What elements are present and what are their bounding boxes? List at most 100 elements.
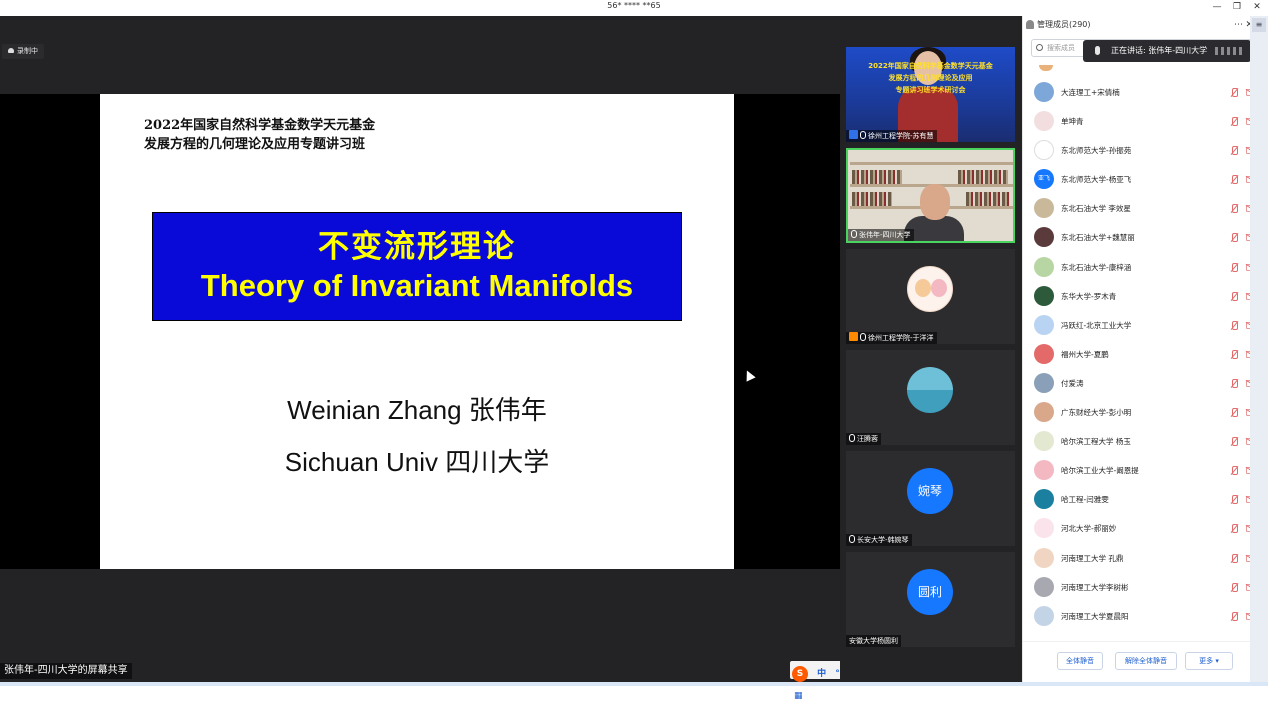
mic-muted-icon[interactable] [1230, 582, 1238, 592]
cohost-icon [849, 332, 858, 341]
avatar [1034, 372, 1054, 393]
avatar [1034, 285, 1054, 306]
mic-muted-icon[interactable] [1230, 88, 1238, 97]
mic-muted-icon[interactable] [1230, 291, 1238, 301]
restore-button[interactable]: ❐ [1228, 0, 1246, 14]
sogou-logo-icon[interactable]: S [792, 666, 808, 682]
participant-row[interactable]: 哈工程-闫雅雯 [1023, 485, 1268, 514]
members-icon [1026, 20, 1034, 29]
participant-name: 东华大学-罗木青 [1061, 291, 1117, 301]
more-button[interactable]: 更多 ▾ [1185, 652, 1233, 670]
participant-row[interactable]: 哈尔滨工业大学-阚恩提 [1023, 456, 1268, 485]
participant-row[interactable]: 河南理工大学 孔鼎 [1023, 544, 1268, 573]
grid-icon[interactable]: ▦ [794, 687, 803, 705]
video-tile[interactable]: 婉琴 长安大学-韩婉琴 [846, 451, 1015, 546]
books [958, 170, 1008, 184]
video-tile[interactable]: 圆利 安徽大学杨圆利 [846, 552, 1015, 647]
close-window-button[interactable]: ✕ [1248, 0, 1266, 14]
text-avatar: 圆利 [907, 569, 953, 615]
menu-icon[interactable]: ≡ [1252, 18, 1266, 32]
video-tile-name: 安徽大学杨圆利 [849, 637, 898, 645]
participant-name: 河北大学-郝丽妙 [1061, 524, 1117, 534]
search-icon [1036, 44, 1043, 51]
video-tile[interactable]: 2022年国家自然科学基金数学天元基金 发展方程的几何理论及应用 专题讲习班学术… [846, 47, 1015, 142]
participant-name: 哈工程-闫雅雯 [1061, 495, 1109, 505]
video-gallery: 2022年国家自然科学基金数学天元基金 发展方程的几何理论及应用 专题讲习班学术… [840, 16, 1022, 682]
ime-mode[interactable]: 中 [817, 665, 826, 683]
books [852, 170, 902, 184]
participant-name: 东北石油大学+魏慧丽 [1061, 233, 1135, 243]
mic-muted-icon[interactable] [1230, 233, 1238, 243]
mic-icon [860, 333, 866, 341]
avatar: 亚飞 [1034, 169, 1054, 190]
participant-row[interactable]: 东北师范大学-孙振苑 [1023, 136, 1268, 165]
avatar [1034, 343, 1054, 364]
mic-muted-icon[interactable] [1230, 495, 1238, 505]
whale-avatar-icon [907, 367, 953, 413]
avatar [1034, 198, 1054, 219]
participant-name: 哈尔滨工业大学-阚恩提 [1061, 466, 1139, 476]
participant-row[interactable]: 河北大学-郝丽妙 [1023, 514, 1268, 543]
mic-muted-icon[interactable] [1230, 524, 1238, 534]
mic-muted-icon[interactable] [1230, 117, 1238, 127]
mic-muted-icon[interactable] [1230, 175, 1238, 185]
mic-muted-icon[interactable] [1230, 408, 1238, 418]
mic-muted-icon[interactable] [1230, 262, 1238, 272]
participant-row[interactable]: 东华大学-罗木青 [1023, 282, 1268, 311]
minimize-button[interactable]: — [1208, 0, 1226, 14]
participant-row[interactable]: 冯跃红-北京工业大学 [1023, 311, 1268, 340]
presentation-slide: 2022年国家自然科学基金数学天元基金 发展方程的几何理论及应用专题讲习班 不变… [100, 94, 734, 569]
avatar [1034, 576, 1054, 597]
books [966, 192, 1010, 206]
mic-muted-icon[interactable] [1230, 437, 1238, 447]
slide-title-banner: 不变流形理论 Theory of Invariant Manifolds [152, 212, 682, 321]
participant-row[interactable]: 东北石油大学 李效星 [1023, 194, 1268, 223]
participant-row[interactable]: 东北石油大学+魏慧丽 [1023, 223, 1268, 252]
participant-name: 大连理工+宋倩楠 [1061, 88, 1120, 97]
participant-row[interactable]: 付爱涛 [1023, 369, 1268, 398]
participant-row[interactable]: 河南理工大学李树彬 [1023, 573, 1268, 602]
mic-muted-icon[interactable] [1230, 553, 1238, 563]
slide-title-en: Theory of Invariant Manifolds [200, 268, 634, 303]
meeting-id-title: 56* **** **65 [607, 1, 661, 10]
video-tile-label: 长安大学-韩婉琴 [846, 534, 912, 546]
mic-muted-icon[interactable] [1230, 320, 1238, 330]
participant-row[interactable]: 亚飞 东北师范大学-杨亚飞 [1023, 165, 1268, 194]
participant-name: 东北石油大学-康梓涵 [1061, 262, 1132, 272]
mic-muted-icon[interactable] [1230, 204, 1238, 214]
avatar [1034, 256, 1054, 277]
participant-row[interactable]: 东北石油大学-康梓涵 [1023, 253, 1268, 282]
more-options-icon[interactable]: ⋯ [1234, 16, 1243, 34]
unmute-all-button[interactable]: 解除全体静音 [1115, 652, 1177, 670]
participant-name: 河南理工大学李树彬 [1061, 582, 1129, 592]
recording-indicator[interactable]: 录制中 [2, 44, 44, 59]
mic-icon [860, 131, 866, 139]
search-placeholder: 搜索成员 [1047, 44, 1075, 52]
mic-muted-icon[interactable] [1230, 466, 1238, 476]
video-tile[interactable]: 徐州工程学院-于洋洋 [846, 249, 1015, 344]
panel-title: 管理成员(290) [1037, 20, 1091, 29]
participant-row[interactable]: 福州大学-夏鹏 [1023, 340, 1268, 369]
mic-muted-icon[interactable] [1230, 349, 1238, 359]
recording-label: 录制中 [17, 47, 38, 55]
avatar [1034, 402, 1054, 423]
mic-muted-icon[interactable] [1230, 611, 1238, 621]
participant-row[interactable]: 河南理工大学夏晨阳 [1023, 602, 1268, 631]
avatar [1034, 460, 1054, 481]
slide-header-line1: 2022年国家自然科学基金数学天元基金 [144, 118, 376, 133]
mic-muted-icon[interactable] [1230, 378, 1238, 388]
mute-all-button[interactable]: 全体静音 [1057, 652, 1103, 670]
window-titlebar: 56* **** **65 — ❐ ✕ [0, 0, 1268, 16]
participant-row[interactable]: 哈尔滨工程大学 杨玉 [1023, 427, 1268, 456]
bear-avatar-icon [907, 266, 953, 312]
host-icon [849, 130, 858, 139]
participant-row[interactable]: 大连理工+宋倩楠 [1023, 78, 1268, 107]
video-tile[interactable]: 汪腾蓉 [846, 350, 1015, 445]
participant-name: 东北师范大学-杨亚飞 [1061, 175, 1132, 185]
participant-row[interactable]: 单坤青 [1023, 107, 1268, 136]
video-tile-active-speaker[interactable]: 张伟年-四川大学 [846, 148, 1015, 243]
speaking-indicator: 正在讲话: 张伟年-四川大学 [1083, 40, 1251, 62]
banner-line1: 2022年国家自然科学基金数学天元基金 [868, 62, 993, 70]
mic-muted-icon[interactable] [1230, 146, 1238, 156]
participant-row[interactable]: 广东财经大学-彭小明 [1023, 398, 1268, 427]
